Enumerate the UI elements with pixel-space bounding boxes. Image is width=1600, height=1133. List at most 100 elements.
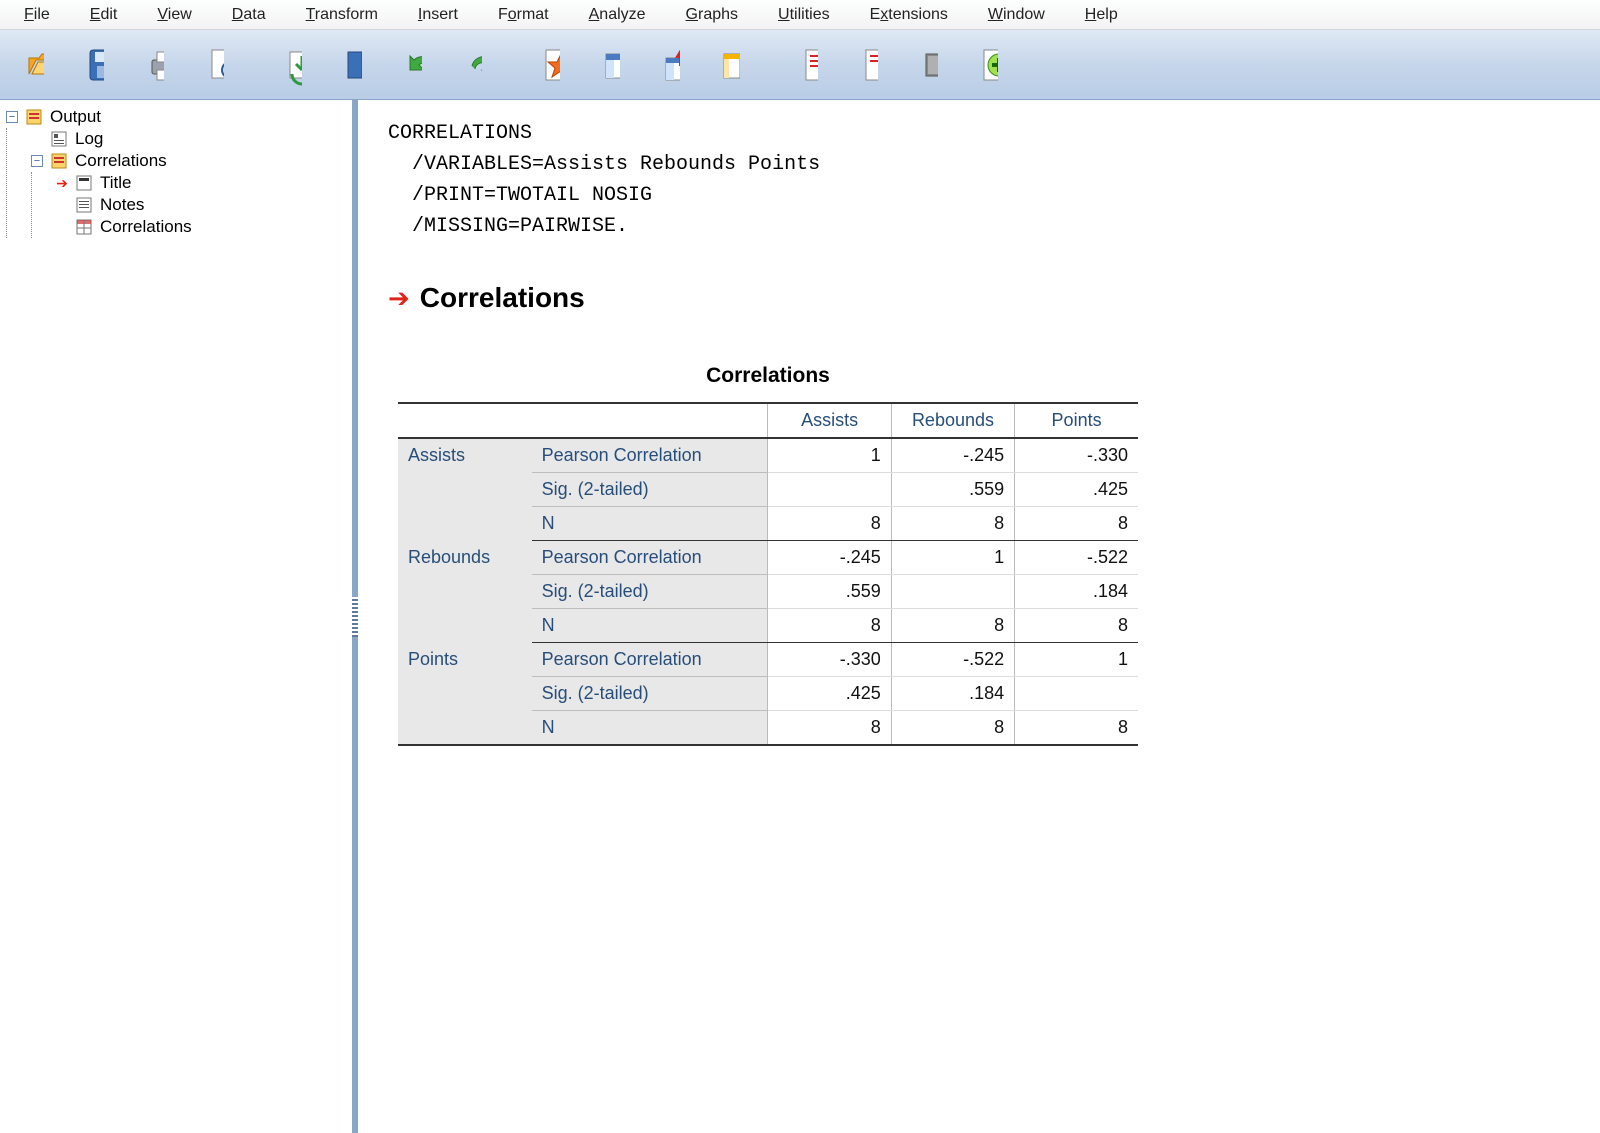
pivot-table-icon — [74, 217, 94, 237]
cell-value: -.522 — [1015, 541, 1138, 575]
star-button[interactable] — [522, 37, 578, 93]
menu-edit[interactable]: Edit — [70, 2, 138, 28]
cell-value: 8 — [891, 507, 1014, 541]
cell-value: -.245 — [768, 541, 891, 575]
preview-button[interactable] — [186, 37, 242, 93]
menu-window[interactable]: Window — [968, 2, 1065, 28]
tree-node-log[interactable]: Log — [31, 128, 348, 150]
preview-icon — [204, 55, 224, 75]
export-icon — [282, 55, 302, 75]
correlations-table-block[interactable]: Correlations AssistsReboundsPoints Assis… — [398, 364, 1570, 746]
split-file-icon — [720, 55, 740, 75]
tree-node-title[interactable]: ➔ Title — [56, 172, 348, 194]
cell-value: -.522 — [891, 643, 1014, 677]
output-tree: − Output Lo — [4, 106, 348, 238]
menu-utilities[interactable]: Utilities — [758, 2, 850, 28]
row-variable: Assists — [398, 438, 532, 541]
tree-node-notes[interactable]: Notes — [56, 194, 348, 216]
tree-node-output[interactable]: − Output — [6, 106, 348, 128]
menu-transform[interactable]: Transform — [286, 2, 398, 28]
undo-icon — [402, 55, 422, 75]
tree-label: Correlations — [75, 151, 167, 171]
menu-help[interactable]: Help — [1065, 2, 1138, 28]
tree-label: Notes — [100, 195, 144, 215]
output-doc-icon — [24, 107, 44, 127]
column-header: Rebounds — [891, 403, 1014, 438]
row-statistic: N — [532, 609, 768, 643]
row-statistic: Sig. (2-tailed) — [532, 575, 768, 609]
insert-cases-button[interactable] — [642, 37, 698, 93]
cell-value: 8 — [1015, 507, 1138, 541]
cell-value: .559 — [768, 575, 891, 609]
redo-icon — [462, 55, 482, 75]
title-icon — [74, 173, 94, 193]
split-file-button[interactable] — [702, 37, 758, 93]
cell-value: 8 — [768, 711, 891, 746]
row-statistic: N — [532, 507, 768, 541]
open-button[interactable] — [6, 37, 62, 93]
cell-value — [768, 473, 891, 507]
toolbar — [0, 30, 1600, 100]
add-icon — [978, 55, 998, 75]
output-block-icon — [49, 151, 69, 171]
column-header: Assists — [768, 403, 891, 438]
designate-window-icon — [918, 55, 938, 75]
select-variables-button[interactable] — [582, 37, 638, 93]
row-statistic: Pearson Correlation — [532, 643, 768, 677]
print-icon — [144, 55, 164, 75]
menu-data[interactable]: Data — [212, 2, 286, 28]
row-statistic: N — [532, 711, 768, 746]
cell-value: .425 — [1015, 473, 1138, 507]
cell-value: .184 — [1015, 575, 1138, 609]
tree-node-correlations[interactable]: − Correlations — [31, 150, 348, 172]
row-statistic: Sig. (2-tailed) — [532, 677, 768, 711]
run-button[interactable] — [840, 37, 896, 93]
tree-label: Output — [50, 107, 101, 127]
redo-button[interactable] — [444, 37, 500, 93]
cell-value: 1 — [891, 541, 1014, 575]
tree-node-correlations-table[interactable]: Correlations — [56, 216, 348, 238]
menu-insert[interactable]: Insert — [398, 2, 478, 28]
designate-window-button[interactable] — [900, 37, 956, 93]
table-title: Correlations — [398, 364, 1138, 388]
tree-label: Correlations — [100, 217, 192, 237]
menu-view[interactable]: View — [137, 2, 211, 28]
collapse-icon[interactable]: − — [31, 155, 43, 167]
row-statistic: Pearson Correlation — [532, 438, 768, 473]
cell-value: .425 — [768, 677, 891, 711]
cell-value: -.330 — [1015, 438, 1138, 473]
insert-cases-icon — [660, 55, 680, 75]
save-button[interactable] — [66, 37, 122, 93]
open-icon — [24, 55, 44, 75]
edit-options-button[interactable] — [780, 37, 836, 93]
collapse-icon[interactable]: − — [6, 111, 18, 123]
spacer-icon — [56, 199, 68, 211]
cell-value: .559 — [891, 473, 1014, 507]
cell-value — [891, 575, 1014, 609]
edit-options-icon — [798, 55, 818, 75]
log-icon — [49, 129, 69, 149]
menu-file[interactable]: File — [4, 2, 70, 28]
add-button[interactable] — [960, 37, 1016, 93]
menu-extensions[interactable]: Extensions — [850, 2, 968, 28]
cell-value: 8 — [891, 609, 1014, 643]
section-heading[interactable]: ➔ Correlations — [388, 282, 1570, 314]
undo-button[interactable] — [384, 37, 440, 93]
notes-icon — [74, 195, 94, 215]
spacer-icon — [31, 133, 43, 145]
menu-graphs[interactable]: Graphs — [666, 2, 758, 28]
cell-value: 1 — [1015, 643, 1138, 677]
cell-value: 8 — [768, 609, 891, 643]
section-marker-icon: ➔ — [388, 283, 410, 314]
syntax-block[interactable]: CORRELATIONS /VARIABLES=Assists Rebounds… — [388, 118, 1570, 242]
print-button[interactable] — [126, 37, 182, 93]
export-button[interactable] — [264, 37, 320, 93]
goto-case-button[interactable] — [324, 37, 380, 93]
menu-format[interactable]: Format — [478, 2, 569, 28]
cell-value: -.330 — [768, 643, 891, 677]
splitter-grip-icon[interactable] — [352, 597, 358, 637]
row-statistic: Pearson Correlation — [532, 541, 768, 575]
cell-value: 8 — [768, 507, 891, 541]
menu-analyze[interactable]: Analyze — [569, 2, 666, 28]
goto-case-icon — [342, 55, 362, 75]
